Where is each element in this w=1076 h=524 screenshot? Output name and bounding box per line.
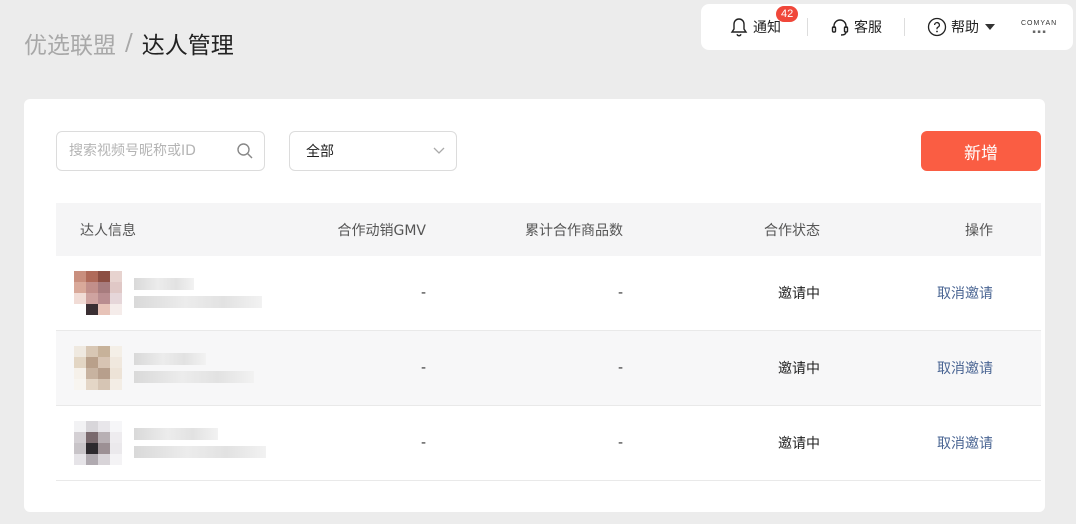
chevron-down-icon [432, 143, 446, 159]
column-header-gmv: 合作动销GMV [337, 222, 426, 239]
influencer-table: 达人信息 合作动销GMV 累计合作商品数 合作状态 操作 - - 邀请中 取消邀… [56, 203, 1041, 481]
brand-name: COMYAN [1021, 19, 1058, 27]
gmv-cell: - [420, 360, 426, 376]
influencer-info [56, 271, 262, 315]
customer-service-label: 客服 [854, 20, 882, 36]
status-cell: 邀请中 [778, 361, 820, 377]
influencer-info [56, 421, 266, 465]
help-menu-button[interactable]: 帮助 [927, 17, 995, 37]
redacted-name [134, 428, 218, 440]
redacted-name [134, 278, 194, 290]
cancel-invite-cell: 取消邀请 [820, 358, 1017, 378]
breadcrumb: 优选联盟 / 达人管理 [24, 26, 234, 60]
search-icon[interactable] [236, 142, 254, 160]
question-circle-icon [927, 17, 947, 37]
toolbar-divider [807, 18, 808, 36]
top-toolbar: 通知 42 客服 帮助 COMYAN ▪ ▪ ▪ [701, 4, 1073, 50]
redacted-id [134, 296, 262, 308]
bell-icon [729, 17, 749, 37]
column-header-status: 合作状态 [764, 222, 820, 239]
status-select[interactable]: 全部 [289, 131, 457, 171]
search-input[interactable] [69, 143, 236, 159]
redacted-name [134, 353, 206, 365]
cancel-invite-cell: 取消邀请 [820, 283, 1017, 303]
brand-logo: COMYAN ▪ ▪ ▪ [1021, 20, 1057, 35]
cancel-invite-link[interactable]: 取消邀请 [937, 286, 993, 302]
redacted-id [134, 446, 266, 458]
main-panel: 全部 新增 达人信息 合作动销GMV 累计合作商品数 合作状态 操作 [24, 99, 1045, 512]
table-row: - - 邀请中 取消邀请 [56, 331, 1041, 406]
avatar [74, 346, 122, 390]
avatar [74, 421, 122, 465]
gmv-cell: - [420, 285, 426, 301]
influencer-name-redacted [134, 278, 262, 308]
notification-count-badge: 42 [776, 6, 799, 22]
headset-icon [830, 17, 850, 37]
table-header: 达人信息 合作动销GMV 累计合作商品数 合作状态 操作 [56, 203, 1041, 256]
cancel-invite-link[interactable]: 取消邀请 [937, 361, 993, 377]
help-label: 帮助 [951, 20, 979, 36]
notification-button[interactable]: 通知 42 [729, 6, 799, 37]
influencer-info [56, 346, 256, 390]
toolbar-divider [904, 18, 905, 36]
brand-mark: ▪ ▪ ▪ [1032, 28, 1046, 35]
gmv-cell: - [420, 435, 426, 451]
cancel-invite-cell: 取消邀请 [820, 433, 1017, 453]
products-cell: - [617, 285, 623, 301]
column-header-actions: 操作 [965, 222, 993, 239]
search-box[interactable] [56, 131, 265, 171]
table-row: - - 邀请中 取消邀请 [56, 406, 1041, 481]
products-cell: - [617, 360, 623, 376]
status-select-value: 全部 [306, 144, 334, 160]
customer-service-button[interactable]: 客服 [830, 17, 882, 37]
status-cell: 邀请中 [778, 436, 820, 452]
column-header-influencer: 达人信息 [80, 222, 136, 239]
influencer-name-redacted [134, 353, 254, 383]
breadcrumb-parent[interactable]: 优选联盟 [24, 26, 116, 60]
add-button[interactable]: 新增 [921, 131, 1041, 171]
products-cell: - [617, 435, 623, 451]
breadcrumb-separator: / [125, 30, 133, 56]
influencer-name-redacted [134, 428, 266, 458]
table-row: - - 邀请中 取消邀请 [56, 256, 1041, 331]
cancel-invite-link[interactable]: 取消邀请 [937, 436, 993, 452]
page-title: 达人管理 [141, 33, 234, 59]
status-cell: 邀请中 [778, 286, 820, 302]
chevron-down-icon [985, 24, 995, 30]
redacted-id [134, 371, 254, 383]
notification-label: 通知 [753, 20, 781, 36]
column-header-products: 累计合作商品数 [525, 222, 623, 239]
avatar [74, 271, 122, 315]
